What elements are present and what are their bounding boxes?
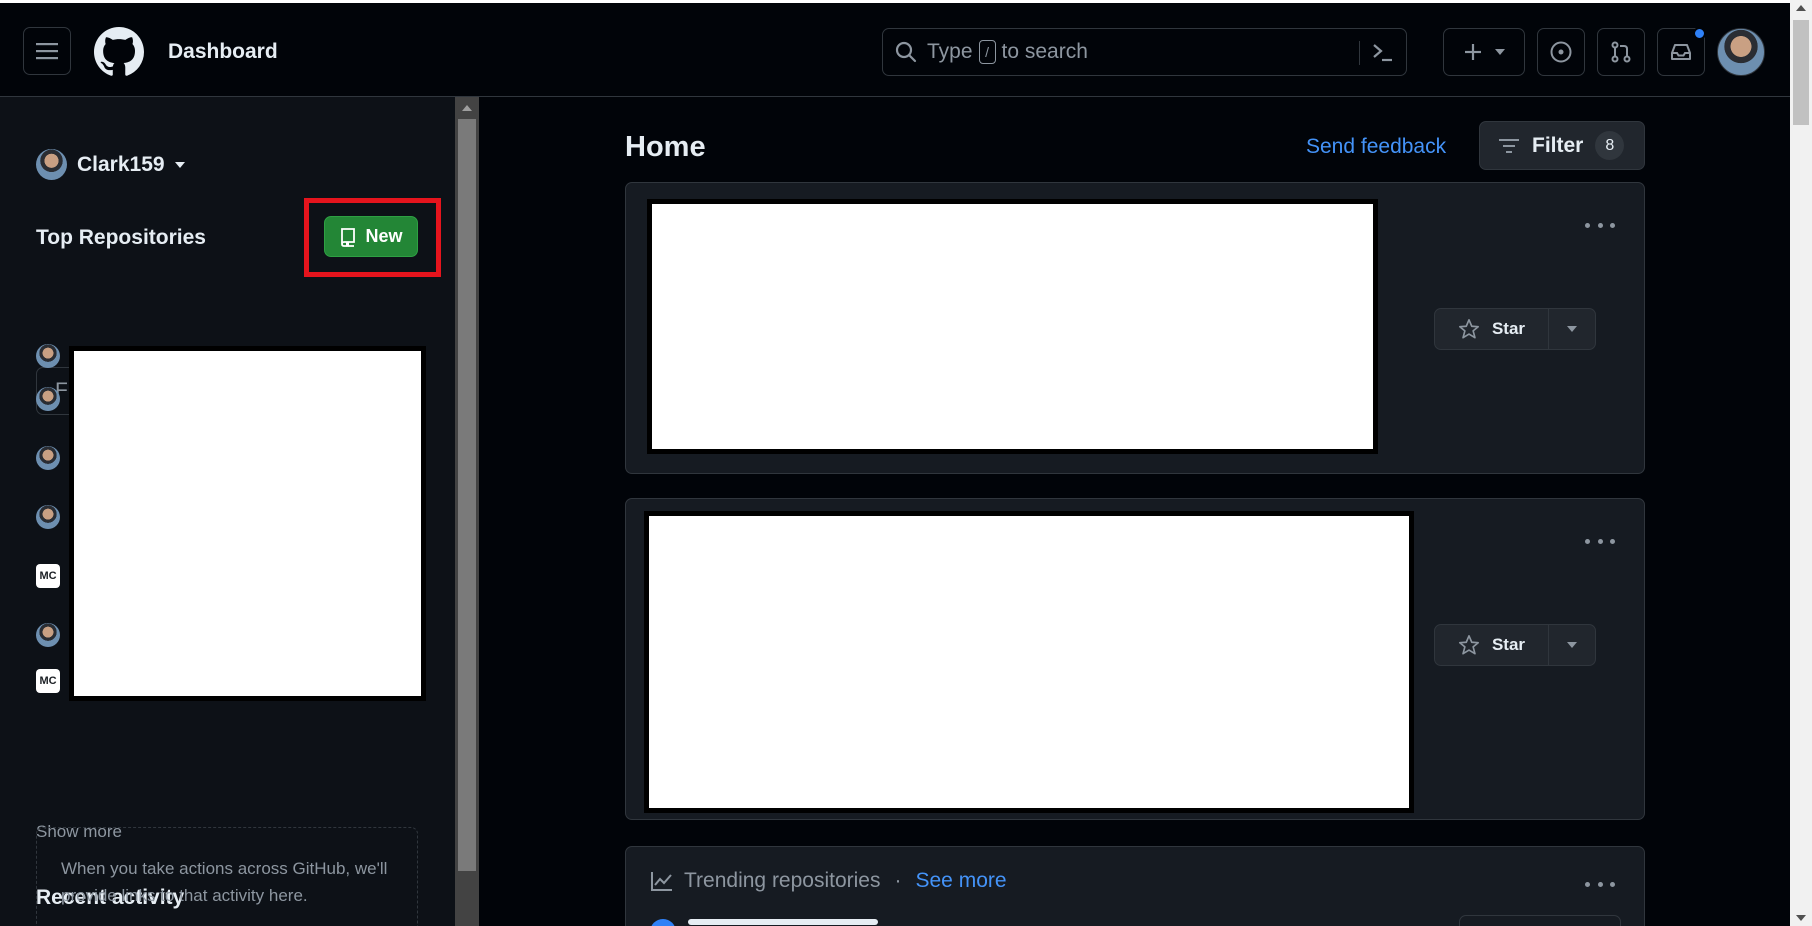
redacted-feed-content (644, 511, 1414, 813)
chevron-down-icon (1495, 49, 1505, 55)
scroll-up-arrow-icon[interactable] (462, 105, 472, 111)
star-list-dropdown[interactable] (1549, 625, 1595, 665)
filter-button[interactable]: Filter 8 (1479, 121, 1645, 170)
owner-avatar (36, 344, 60, 368)
search-shortcut-key: / (978, 40, 996, 64)
create-new-button[interactable] (1443, 28, 1525, 76)
org-logo: MC (36, 564, 60, 588)
org-logo: MC (36, 669, 60, 693)
owner-avatar (36, 623, 60, 647)
kebab-horizontal-icon[interactable] (1585, 536, 1615, 546)
notification-indicator (1693, 27, 1706, 40)
scroll-down-arrow-icon[interactable] (1796, 915, 1806, 921)
star-button[interactable]: Star (1435, 625, 1549, 665)
page-scrollbar[interactable] (1790, 0, 1812, 926)
star-label: Star (1491, 635, 1526, 654)
chevron-down-icon (1567, 642, 1577, 648)
kebab-horizontal-icon[interactable] (1585, 879, 1615, 889)
repo-icon (341, 227, 356, 247)
owner-avatar (36, 505, 60, 529)
inbox-icon (1671, 44, 1691, 60)
star-button[interactable]: Star (1435, 309, 1549, 349)
search-icon (895, 41, 917, 63)
feed-card: Star (625, 182, 1645, 474)
send-feedback-link[interactable]: Send feedback (1306, 135, 1446, 159)
owner-avatar (650, 919, 676, 926)
plus-icon (1465, 44, 1481, 60)
recent-activity-empty-state: When you take actions across GitHub, we'… (36, 827, 418, 926)
global-header: Dashboard Type / to search (0, 0, 1790, 97)
graph-icon (651, 872, 672, 891)
search-prefix: Type (927, 40, 973, 63)
star-list-dropdown[interactable] (1549, 309, 1595, 349)
star-label: Star (1491, 319, 1526, 338)
star-button-group: Star (1434, 624, 1596, 666)
username: Clark159 (77, 152, 165, 176)
filter-icon (1499, 138, 1519, 153)
issues-button[interactable] (1537, 28, 1585, 76)
owner-avatar (36, 446, 60, 470)
filter-count-badge: 8 (1595, 131, 1625, 160)
git-pull-request-icon (1611, 41, 1631, 63)
owner-avatar (36, 387, 60, 411)
avatar (36, 149, 67, 180)
sidebar-scrollbar[interactable] (455, 97, 479, 926)
feed-card: Star (625, 498, 1645, 820)
page-context-title[interactable]: Dashboard (168, 40, 278, 64)
hamburger-icon (36, 43, 58, 60)
trending-title: Trending repositories (684, 869, 881, 892)
search-divider (1359, 41, 1360, 65)
user-avatar-menu[interactable] (1717, 28, 1765, 76)
top-repositories-heading: Top Repositories (36, 226, 206, 249)
trending-repositories-card: Trending repositories · See more (625, 846, 1645, 926)
star-button-group[interactable] (1459, 915, 1621, 926)
page-scrollbar-thumb[interactable] (1793, 20, 1809, 125)
redacted-repository-names (69, 346, 426, 701)
new-repository-button[interactable]: New (324, 216, 418, 257)
hamburger-menu-button[interactable] (23, 27, 71, 75)
see-more-link[interactable]: See more (916, 869, 1007, 893)
star-icon (1458, 319, 1479, 339)
trending-header: Trending repositories · See more (650, 869, 1007, 893)
separator-dot: · (894, 869, 902, 892)
kebab-horizontal-icon[interactable] (1585, 220, 1615, 230)
scroll-up-arrow-icon[interactable] (1796, 5, 1806, 11)
redacted-feed-content (647, 199, 1378, 454)
trending-repo-name[interactable] (688, 919, 878, 925)
sidebar-scrollbar-thumb[interactable] (458, 119, 476, 871)
chevron-down-icon (174, 161, 185, 168)
search-suffix: to search (1001, 40, 1088, 63)
command-palette-icon[interactable] (1370, 39, 1396, 65)
search-input[interactable]: Type / to search (882, 28, 1407, 76)
issue-opened-icon (1550, 41, 1572, 63)
context-switcher[interactable]: Clark159 (36, 149, 185, 180)
star-button-group: Star (1434, 308, 1596, 350)
pull-requests-button[interactable] (1597, 28, 1645, 76)
page-title: Home (625, 131, 706, 163)
new-button-label: New (365, 226, 403, 246)
star-icon (1458, 635, 1479, 655)
filter-label: Filter (1532, 133, 1584, 157)
github-logo-icon[interactable] (94, 27, 144, 77)
chevron-down-icon (1567, 326, 1577, 332)
